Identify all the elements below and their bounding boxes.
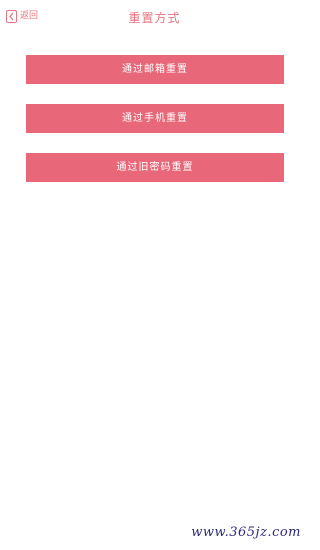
top-bar: 返回 重置方式 bbox=[0, 0, 309, 36]
reset-by-email-button[interactable]: 通过邮箱重置 bbox=[26, 55, 284, 84]
reset-by-phone-button[interactable]: 通过手机重置 bbox=[26, 104, 284, 133]
reset-options: 通过邮箱重置 通过手机重置 通过旧密码重置 bbox=[26, 55, 284, 202]
reset-by-old-password-button[interactable]: 通过旧密码重置 bbox=[26, 153, 284, 182]
page-title: 重置方式 bbox=[128, 11, 181, 25]
watermark: www.365jz.com bbox=[191, 525, 301, 540]
